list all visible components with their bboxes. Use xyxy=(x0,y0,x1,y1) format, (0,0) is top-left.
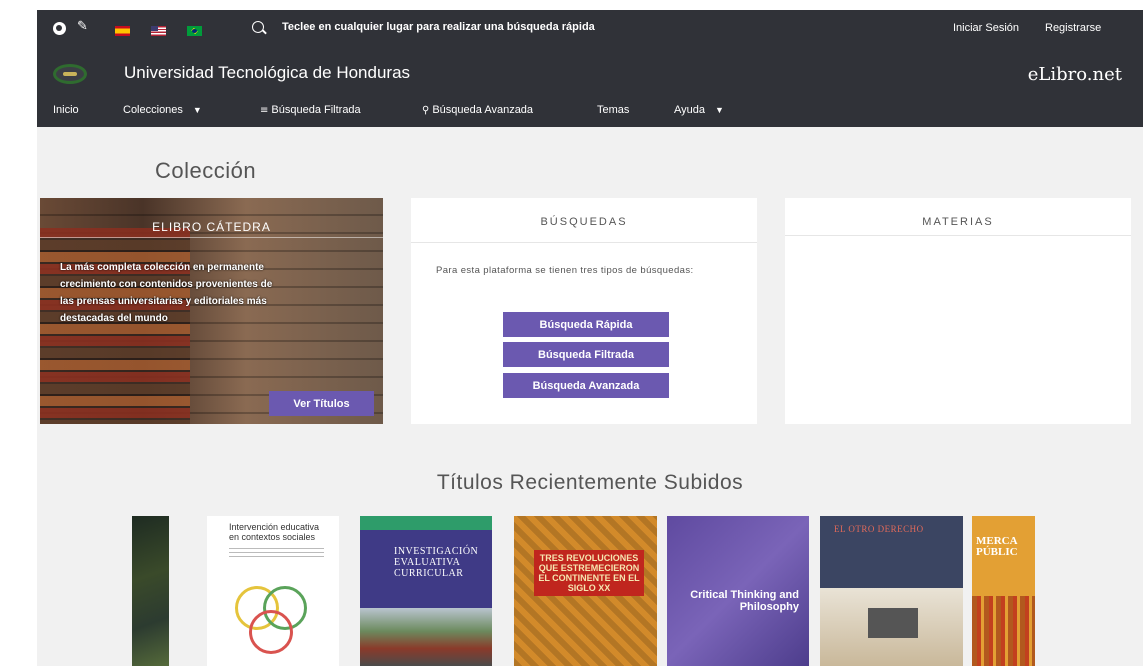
book-cover[interactable]: Critical Thinking and Philosophy xyxy=(667,516,809,666)
main-nav: Inicio Colecciones ▼ ≡ Búsqueda Filtrada ⚲… xyxy=(37,94,1143,127)
chevron-down-icon: ▼ xyxy=(192,105,202,115)
globe-icon[interactable] xyxy=(53,22,66,35)
book-cover-title: MERCA PÚBLIC xyxy=(976,535,1018,558)
filter-icon: ≡ xyxy=(260,105,269,116)
catedra-description: La más completa colección en permanente … xyxy=(60,262,273,324)
search-icon[interactable] xyxy=(252,21,264,33)
filtered-search-button[interactable]: Búsqueda Filtrada xyxy=(503,342,669,367)
book-cover[interactable]: TRES REVOLUCIONES QUE ESTREMECIERON EL C… xyxy=(514,516,657,666)
cover-photo xyxy=(360,608,492,666)
divider xyxy=(785,235,1131,236)
nav-collections-label: Colecciones xyxy=(123,104,183,116)
login-link[interactable]: Iniciar Sesión xyxy=(953,22,1019,34)
recent-titles-heading: Títulos Recientemente Subidos xyxy=(436,471,744,494)
subjects-title: MATERIAS xyxy=(922,216,994,228)
flag-es-icon[interactable] xyxy=(115,26,130,36)
nav-help-label: Ayuda xyxy=(674,104,705,116)
cover-circle xyxy=(249,610,293,654)
searches-description: Para esta plataforma se tienen tres tipo… xyxy=(436,265,694,276)
quick-search-prompt[interactable]: Teclee en cualquier lugar para realizar … xyxy=(282,21,595,33)
collection-heading: Colección xyxy=(155,158,257,183)
searches-card: BÚSQUEDAS Para esta plataforma se tienen… xyxy=(411,198,757,424)
nav-help[interactable]: Ayuda ▼ xyxy=(674,104,724,116)
book-cover-title: INVESTIGACIÓN EVALUATIVA CURRICULAR xyxy=(394,546,479,579)
flag-us-icon[interactable] xyxy=(151,26,166,36)
book-cover-title: TRES REVOLUCIONES QUE ESTREMECIERON EL C… xyxy=(534,550,644,596)
flag-br-icon[interactable] xyxy=(187,26,202,36)
catedra-title: ELIBRO CÁTEDRA xyxy=(152,220,271,234)
book-cover[interactable] xyxy=(132,516,169,666)
book-cover-title: Critical Thinking and Philosophy xyxy=(690,589,799,613)
nav-advanced-search[interactable]: ⚲ Búsqueda Avanzada xyxy=(422,104,533,116)
nav-filtered-label: Búsqueda Filtrada xyxy=(271,104,361,116)
nav-advanced-label: Búsqueda Avanzada xyxy=(432,104,534,116)
elibro-brand[interactable]: eLibro.net xyxy=(1028,64,1122,85)
nav-collections[interactable]: Colecciones ▼ xyxy=(123,104,202,116)
quick-search-button[interactable]: Búsqueda Rápida xyxy=(503,312,669,337)
chevron-down-icon: ▼ xyxy=(715,105,724,115)
wrench-icon[interactable]: ✎ xyxy=(77,19,90,34)
subjects-card: MATERIAS xyxy=(785,198,1131,424)
divider xyxy=(411,242,757,243)
brand-bar: Universidad Tecnológica de Honduras eLib… xyxy=(37,50,1143,94)
book-cover-title: EL OTRO DERECHO xyxy=(834,524,924,534)
cover-band xyxy=(360,516,492,530)
page: ✎ Teclee en cualquier lugar para realiza… xyxy=(37,10,1143,666)
search-icon: ⚲ xyxy=(422,105,430,116)
advanced-search-button[interactable]: Búsqueda Avanzada xyxy=(503,373,669,398)
view-titles-button[interactable]: Ver Títulos xyxy=(269,391,374,416)
ballot-box xyxy=(868,608,918,638)
university-name: Universidad Tecnológica de Honduras xyxy=(124,63,411,82)
searches-title: BÚSQUEDAS xyxy=(540,216,628,228)
university-logo xyxy=(53,64,87,84)
book-cover[interactable]: Intervención educativa en contextos soci… xyxy=(207,516,339,666)
nav-topics[interactable]: Temas xyxy=(597,104,629,116)
utility-bar: ✎ Teclee en cualquier lugar para realiza… xyxy=(37,10,1143,50)
nav-home[interactable]: Inicio xyxy=(53,104,79,116)
catedra-card: ELIBRO CÁTEDRA La más completa colección… xyxy=(40,198,383,424)
cover-subtitle-lines xyxy=(229,548,324,558)
top-header: ✎ Teclee en cualquier lugar para realiza… xyxy=(37,10,1143,127)
book-cover[interactable]: INVESTIGACIÓN EVALUATIVA CURRICULAR xyxy=(360,516,492,666)
divider xyxy=(40,237,383,238)
book-cover-title: Intervención educativa en contextos soci… xyxy=(229,522,320,542)
book-cover[interactable]: EL OTRO DERECHO xyxy=(820,516,963,666)
book-cover[interactable]: MERCA PÚBLIC xyxy=(972,516,1035,666)
cover-city xyxy=(972,596,1035,666)
register-link[interactable]: Registrarse xyxy=(1045,22,1101,34)
nav-filtered-search[interactable]: ≡ Búsqueda Filtrada xyxy=(260,104,361,116)
